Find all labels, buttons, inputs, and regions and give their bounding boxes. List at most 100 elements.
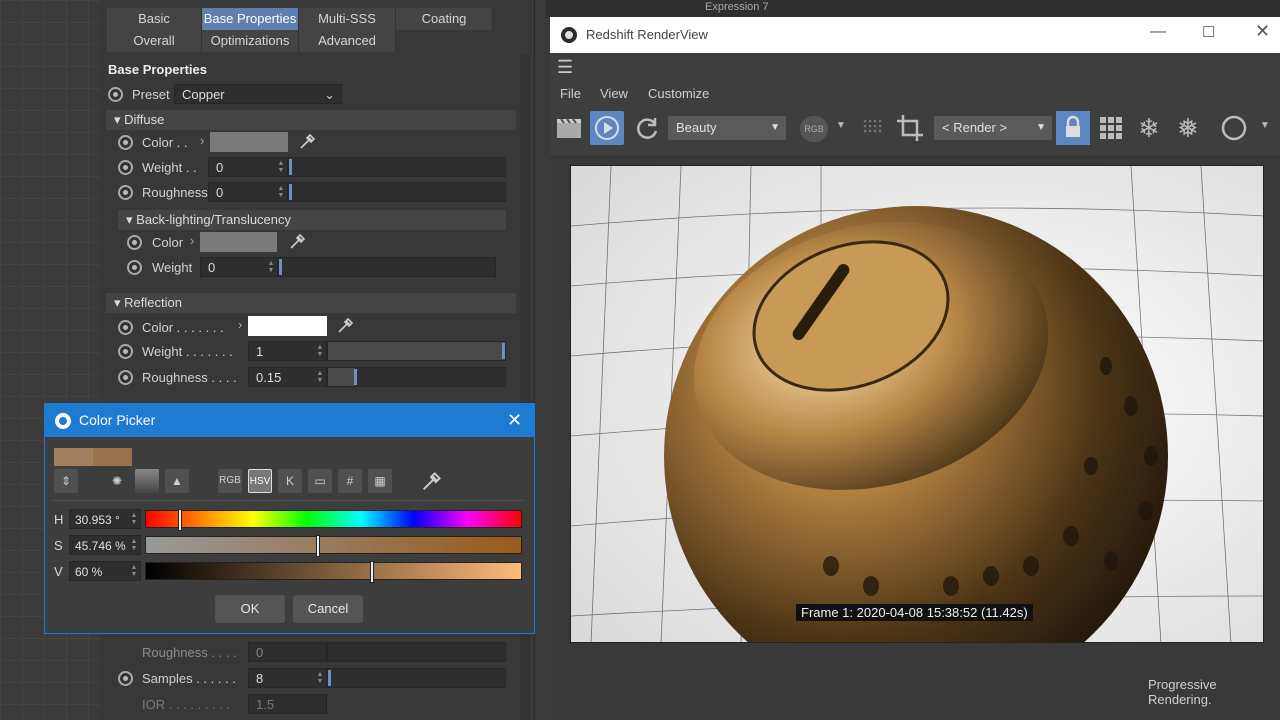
tab-multi-sss[interactable]: Multi-SSS [299,8,396,30]
spinner-icon[interactable]: ▲ ▼ [130,564,138,578]
image-picker-icon[interactable]: ▲ [165,469,189,493]
refresh-icon[interactable] [630,111,664,145]
backlight-weight-slider[interactable] [278,257,496,277]
reflection-weight-field[interactable]: 1 ▲ ▼ [248,341,327,361]
eyedropper-icon[interactable] [298,133,316,151]
spinner-icon[interactable]: ▲ ▼ [277,160,285,174]
render-camera-select[interactable]: < Render > ▼ [934,116,1052,140]
aov-select[interactable]: Beauty ▼ [668,116,786,140]
lock-button[interactable] [1056,111,1090,145]
group-reflection[interactable]: ▾ Reflection [106,293,516,313]
start-render-button[interactable] [590,111,624,145]
backlight-color-radio[interactable] [127,235,142,250]
hue-field[interactable]: 30.953 ° ▲ ▼ [69,509,141,529]
spinner-icon[interactable]: ▲ ▼ [316,671,324,685]
tab-base-properties[interactable]: Base Properties [202,8,299,30]
eyedropper-icon[interactable] [288,233,306,251]
snowflake-g-icon[interactable]: ❅ [1177,113,1199,144]
maximize-icon[interactable]: ☐ [1202,23,1215,41]
diffuse-weight-slider[interactable] [288,157,506,177]
group-diffuse[interactable]: ▾ Diffuse [106,110,516,130]
menu-view[interactable]: View [600,86,628,101]
crop-icon[interactable] [893,111,927,145]
value-slider[interactable] [145,562,522,582]
dropdown-arrow-icon[interactable]: ▼ [1260,120,1270,131]
lower-roughness-slider[interactable] [327,642,506,662]
diffuse-roughness-field[interactable]: 0 ▲ ▼ [208,182,288,202]
lower-samples-slider[interactable] [327,668,506,688]
old-color-preview[interactable] [54,448,93,466]
slider-knob[interactable] [279,259,282,275]
saturation-slider[interactable] [145,536,522,556]
rgb-channel-button[interactable]: RGB [800,116,828,142]
diffuse-color-radio[interactable] [118,135,133,150]
tab-overall[interactable]: Overall [107,30,202,52]
cancel-button[interactable]: Cancel [293,595,363,623]
spinner-icon[interactable]: ▲ ▼ [130,538,138,552]
bucket-grid-icon[interactable] [1094,111,1128,145]
lower-ior-field[interactable]: 1.5 [248,694,327,714]
reflection-roughness-radio[interactable] [118,370,133,385]
saturation-field[interactable]: 45.746 % ▲ ▼ [69,535,141,555]
reflection-roughness-slider[interactable] [327,367,506,387]
snowflake-icon[interactable]: ❄ [1138,113,1160,144]
tab-coating[interactable]: Coating [396,8,493,30]
backlight-color-swatch[interactable] [200,232,277,252]
spinner-icon[interactable]: ▲ ▼ [267,260,275,274]
reflection-weight-radio[interactable] [118,344,133,359]
menu-file[interactable]: File [560,86,581,101]
slider-knob[interactable] [354,369,357,385]
diffuse-color-swatch[interactable] [210,132,288,152]
render-canvas[interactable]: Frame 1: 2020-04-08 15:38:52 (11.42s) [570,165,1264,643]
spinner-icon[interactable]: ▲ ▼ [130,512,138,526]
lower-samples-field[interactable]: 8 ▲ ▼ [248,668,327,688]
dropdown-arrow-icon[interactable]: ▼ [836,120,846,131]
mixing-icon[interactable]: ▭ [308,469,332,493]
eyedropper-icon[interactable] [336,317,354,335]
reflection-color-radio[interactable] [118,320,133,335]
value-marker[interactable] [371,562,373,582]
hue-marker[interactable] [179,510,181,530]
hsv-mode-button[interactable]: HSV [248,469,272,493]
preset-animate-radio[interactable] [108,87,123,102]
color-wheel-icon[interactable]: ✺ [105,469,129,493]
chevron-right-icon[interactable]: › [200,133,204,148]
collapse-icon[interactable]: ⇕ [54,469,78,493]
minimize-icon[interactable]: — [1150,23,1166,41]
clapperboard-icon[interactable] [552,111,586,145]
hamburger-menu-icon[interactable]: ☰ [557,57,573,78]
close-icon[interactable]: ✕ [507,404,522,437]
spinner-icon[interactable]: ▲ ▼ [316,344,324,358]
reflection-weight-slider[interactable] [327,341,506,361]
ok-button[interactable]: OK [215,595,285,623]
slider-knob[interactable] [328,670,331,686]
slider-knob[interactable] [502,343,505,359]
group-backlighting[interactable]: ▾ Back-lighting/Translucency [118,210,506,230]
backlight-weight-field[interactable]: 0 ▲ ▼ [200,257,278,277]
diffuse-roughness-radio[interactable] [118,185,133,200]
circle-icon[interactable] [1217,111,1251,145]
lower-roughness-field[interactable]: 0 [248,642,327,662]
slider-knob[interactable] [289,159,292,175]
chevron-right-icon[interactable]: › [238,317,242,332]
preset-select[interactable]: Copper ⌄ [174,84,342,104]
lower-samples-radio[interactable] [118,671,133,686]
rgb-mode-button[interactable]: RGB [218,469,242,493]
hue-slider[interactable] [145,510,522,530]
swatches-icon[interactable]: ▦ [368,469,392,493]
spinner-icon[interactable]: ▲ ▼ [277,185,285,199]
menu-customize[interactable]: Customize [648,86,709,101]
grid-dots-icon[interactable] [855,111,889,145]
reflection-roughness-field[interactable]: 0.15 ▲ ▼ [248,367,327,387]
diffuse-weight-field[interactable]: 0 ▲ ▼ [208,157,288,177]
hex-mode-button[interactable]: # [338,469,362,493]
tab-advanced[interactable]: Advanced [299,30,396,52]
reflection-color-swatch[interactable] [248,316,327,336]
chevron-right-icon[interactable]: › [190,233,194,248]
value-field[interactable]: 60 % ▲ ▼ [69,561,141,581]
diffuse-roughness-slider[interactable] [288,182,506,202]
eyedropper-icon[interactable] [420,471,442,493]
spectrum-icon[interactable] [135,469,159,493]
diffuse-weight-radio[interactable] [118,160,133,175]
tab-basic[interactable]: Basic [107,8,202,30]
